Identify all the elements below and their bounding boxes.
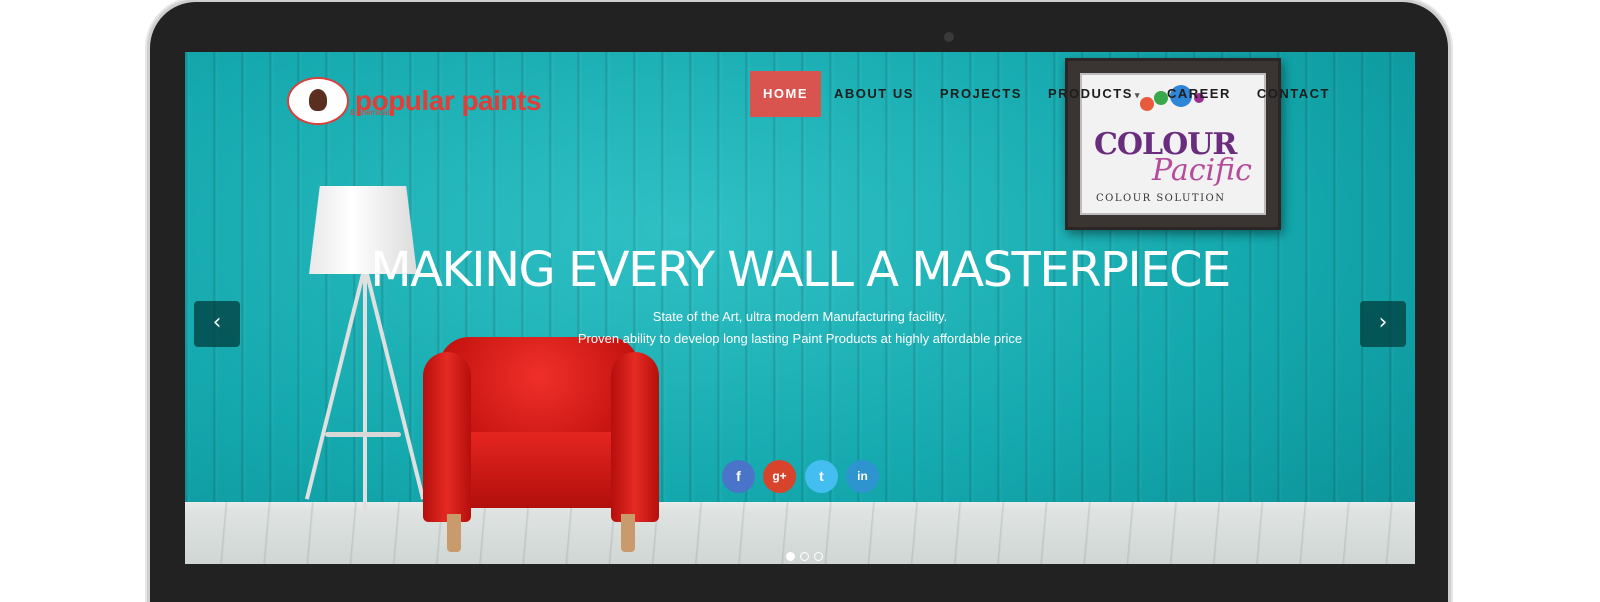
chair-arm-left [423, 352, 471, 522]
google-plus-button[interactable]: g+ [763, 460, 796, 493]
nav-products[interactable]: PRODUCTS ▾ [1035, 71, 1154, 117]
nav-contact[interactable]: CONTACT [1244, 71, 1343, 117]
carousel-indicator[interactable] [800, 552, 809, 561]
artwork-subtitle: Pacific [1152, 153, 1252, 188]
chair-leg [447, 514, 461, 552]
chevron-left-icon: ‹ [212, 310, 222, 335]
brand-tagline: & chemicals [350, 108, 394, 117]
carousel-prev-button[interactable]: ‹ [194, 301, 240, 347]
lamp-leg [304, 273, 365, 500]
hero-line-1: State of the Art, ultra modern Manufactu… [652, 309, 948, 324]
carousel-indicator[interactable] [786, 552, 795, 561]
linkedin-button[interactable]: in [846, 460, 879, 493]
linkedin-icon: in [857, 469, 868, 483]
chair-arm-right [611, 352, 659, 522]
google-plus-icon: g+ [772, 469, 787, 483]
rooster-logo-icon [287, 77, 349, 125]
nav-home[interactable]: HOME [750, 71, 821, 117]
nav-about-us[interactable]: ABOUT US [821, 71, 927, 117]
nav-career[interactable]: CAREER [1154, 71, 1244, 117]
nav-products-label: PRODUCTS [1047, 86, 1133, 101]
carousel-next-button[interactable]: › [1360, 301, 1406, 347]
chair-seat [447, 432, 633, 508]
facebook-icon: f [736, 468, 741, 484]
facebook-button[interactable]: f [722, 460, 755, 493]
nav-contact-label: CONTACT [1256, 86, 1330, 101]
brand-logo[interactable]: popular paints [287, 77, 541, 125]
twitter-button[interactable]: t [805, 460, 838, 493]
twitter-icon: t [819, 468, 824, 484]
nav-projects[interactable]: PROJECTS [927, 71, 1035, 117]
lamp-ring [325, 432, 401, 437]
artwork-caption: COLOUR SOLUTION [1096, 193, 1226, 204]
hero-headline: MAKING EVERY WALL A MASTERPIECE [370, 242, 1231, 298]
nav-projects-label: PROJECTS [939, 86, 1022, 101]
main-nav: HOME ABOUT US PROJECTS PRODUCTS ▾ CAREER … [750, 71, 1343, 117]
nav-about-us-label: ABOUT US [834, 86, 914, 101]
nav-career-label: CAREER [1166, 86, 1231, 101]
lamp-leg [365, 273, 426, 500]
chair-leg [621, 514, 635, 552]
camera-dot [944, 32, 954, 42]
nav-home-label: HOME [763, 86, 808, 101]
website-screen: popular paints & chemicals COLOUR Pacifi… [185, 52, 1415, 564]
carousel-indicator[interactable] [814, 552, 823, 561]
caret-down-icon: ▾ [1134, 90, 1141, 100]
hero-line-2: Proven ability to develop long lasting P… [577, 331, 1023, 346]
chevron-right-icon: › [1378, 310, 1388, 335]
